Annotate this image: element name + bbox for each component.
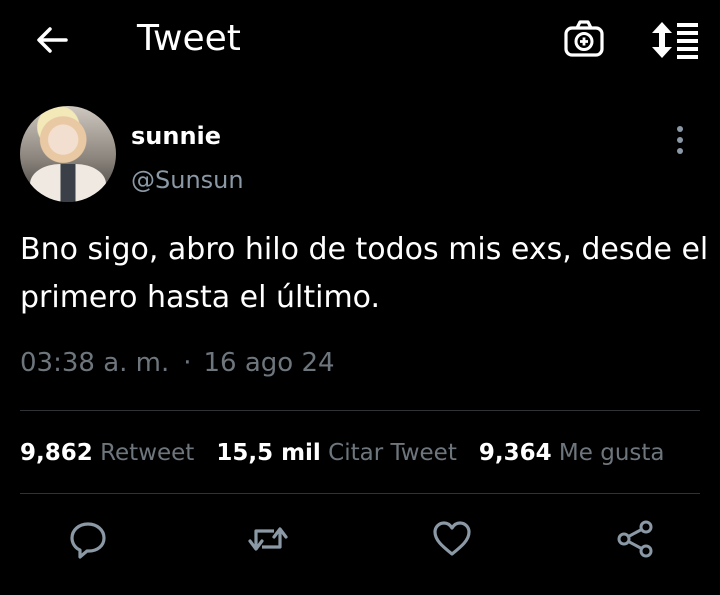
- camera-button[interactable]: [563, 18, 605, 60]
- retweet-label: Retweet: [100, 440, 195, 466]
- more-options-button[interactable]: [664, 122, 696, 158]
- like-icon: [433, 521, 471, 556]
- divider: [20, 493, 700, 494]
- like-stat[interactable]: 9,364 Me gusta: [479, 440, 665, 466]
- display-name[interactable]: sunnie: [131, 121, 221, 151]
- divider: [20, 410, 700, 411]
- sort-button[interactable]: [650, 20, 700, 60]
- tweet-text: Bno sigo, abro hilo de todos mis exs, de…: [20, 232, 709, 315]
- user-handle[interactable]: @Sunsun: [131, 165, 244, 195]
- reply-icon: [70, 522, 106, 559]
- retweet-icon: [248, 527, 288, 551]
- quote-count: 15,5 mil: [216, 440, 321, 466]
- share-button[interactable]: [614, 517, 658, 561]
- arrow-left-icon: [37, 27, 68, 53]
- tweet-time: 03:38 a. m.: [20, 348, 170, 378]
- tweet-date: 16 ago 24: [203, 348, 335, 378]
- share-icon: [617, 520, 653, 558]
- tweet-timestamp: 03:38 a. m. · 16 ago 24: [20, 346, 335, 380]
- page-title: Tweet: [137, 18, 241, 59]
- avatar-figure: [30, 164, 106, 202]
- quote-stat[interactable]: 15,5 mil Citar Tweet: [216, 440, 457, 466]
- like-button[interactable]: [430, 517, 474, 561]
- like-count: 9,364: [478, 440, 552, 466]
- tweet-stats: 9,862 Retweet 15,5 mil Citar Tweet 9,364 M…: [20, 436, 665, 470]
- like-label: Me gusta: [558, 440, 665, 466]
- meta-separator: ·: [183, 348, 192, 378]
- retweet-count: 9,862: [20, 440, 93, 466]
- reply-button[interactable]: [66, 517, 110, 561]
- top-bar: Tweet: [0, 0, 720, 80]
- back-button[interactable]: [34, 22, 70, 58]
- more-vertical-icon: [677, 126, 683, 154]
- sort-icon: [652, 22, 698, 59]
- quote-label: Citar Tweet: [328, 440, 457, 466]
- retweet-button[interactable]: [246, 517, 290, 561]
- retweet-stat[interactable]: 9,862 Retweet: [20, 440, 194, 466]
- avatar[interactable]: [20, 106, 116, 202]
- camera-add-icon: [564, 20, 604, 57]
